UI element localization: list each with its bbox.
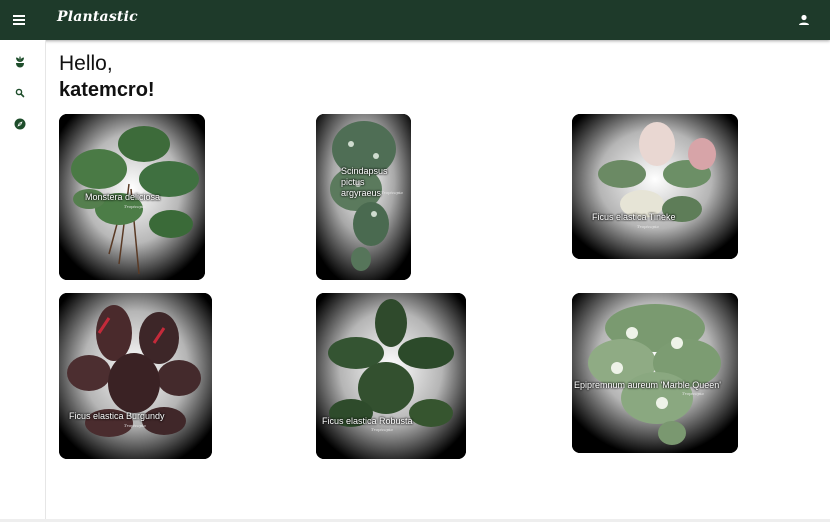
plant-name: Ficus elastica Burgundy: [69, 411, 165, 421]
compass-icon[interactable]: [11, 115, 29, 133]
sidebar: [0, 40, 46, 520]
plant-card-monstera[interactable]: Monstera deliciosa Tropicopia: [59, 114, 205, 280]
plant-card-epipremnum[interactable]: Epipremnum aureum 'Marble Queen' Tropico…: [572, 293, 738, 453]
watermark: Tropicopia: [637, 224, 659, 229]
plant-icon[interactable]: [11, 53, 29, 71]
watermark: Tropicopia: [682, 391, 704, 396]
plant-card-ficus-tineke[interactable]: Ficus elastica Tineke Tropicopia: [572, 114, 738, 259]
plant-card-scindapsus[interactable]: Scindapsus pictus argyraeus Tropicopia: [316, 114, 411, 280]
plant-name: Ficus elastica Tineke: [592, 212, 676, 222]
search-icon[interactable]: [11, 84, 29, 102]
app-bar: Plantastic: [0, 0, 830, 40]
username: katemcro!: [59, 79, 155, 101]
plant-name: Monstera deliciosa: [85, 192, 161, 202]
greeting: Hello, katemcro!: [59, 51, 155, 103]
plant-card-ficus-robusta[interactable]: Ficus elastica Robusta Tropicopia: [316, 293, 466, 459]
watermark: Tropicopia: [371, 427, 393, 432]
app-title[interactable]: Plantastic: [57, 9, 138, 25]
watermark: Tropicopia: [381, 190, 403, 195]
plant-name: Epipremnum aureum 'Marble Queen': [574, 380, 722, 390]
watermark: Tropicopia: [124, 204, 146, 209]
plant-name: Ficus elastica Robusta: [322, 416, 413, 426]
watermark: Tropicopia: [124, 423, 146, 428]
person-icon[interactable]: [796, 12, 812, 28]
greeting-line: Hello,: [59, 52, 113, 75]
plant-card-ficus-burgundy[interactable]: Ficus elastica Burgundy Tropicopia: [59, 293, 212, 459]
hamburger-menu-icon[interactable]: [11, 11, 29, 29]
